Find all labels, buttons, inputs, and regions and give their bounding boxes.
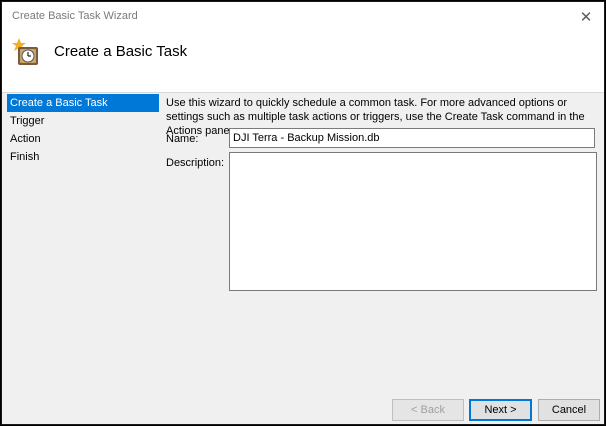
nav-step-action[interactable]: Action (7, 130, 159, 148)
cancel-button[interactable]: Cancel (538, 399, 600, 421)
description-label: Description: (166, 157, 225, 169)
next-button[interactable]: Next > (469, 399, 532, 421)
wizard-window: Create Basic Task Wizard ✕ Create a Basi… (1, 1, 605, 425)
back-button[interactable]: < Back (392, 399, 464, 421)
nav-step-finish[interactable]: Finish (7, 148, 159, 166)
page-title: Create a Basic Task (54, 43, 188, 60)
task-scheduler-clock-icon (12, 38, 38, 65)
name-field[interactable] (229, 128, 595, 148)
title-bar: Create Basic Task Wizard ✕ (2, 2, 604, 32)
wizard-steps-nav: Create a Basic Task Trigger Action Finis… (7, 94, 159, 166)
close-icon[interactable]: ✕ (568, 2, 604, 32)
name-label: Name: (166, 133, 199, 145)
wizard-content: Use this wizard to quickly schedule a co… (166, 96, 598, 291)
wizard-header: Create a Basic Task (2, 32, 604, 93)
nav-step-trigger[interactable]: Trigger (7, 112, 159, 130)
window-title: Create Basic Task Wizard (12, 10, 138, 22)
nav-step-create-basic-task[interactable]: Create a Basic Task (7, 94, 159, 112)
description-field[interactable] (229, 152, 597, 291)
